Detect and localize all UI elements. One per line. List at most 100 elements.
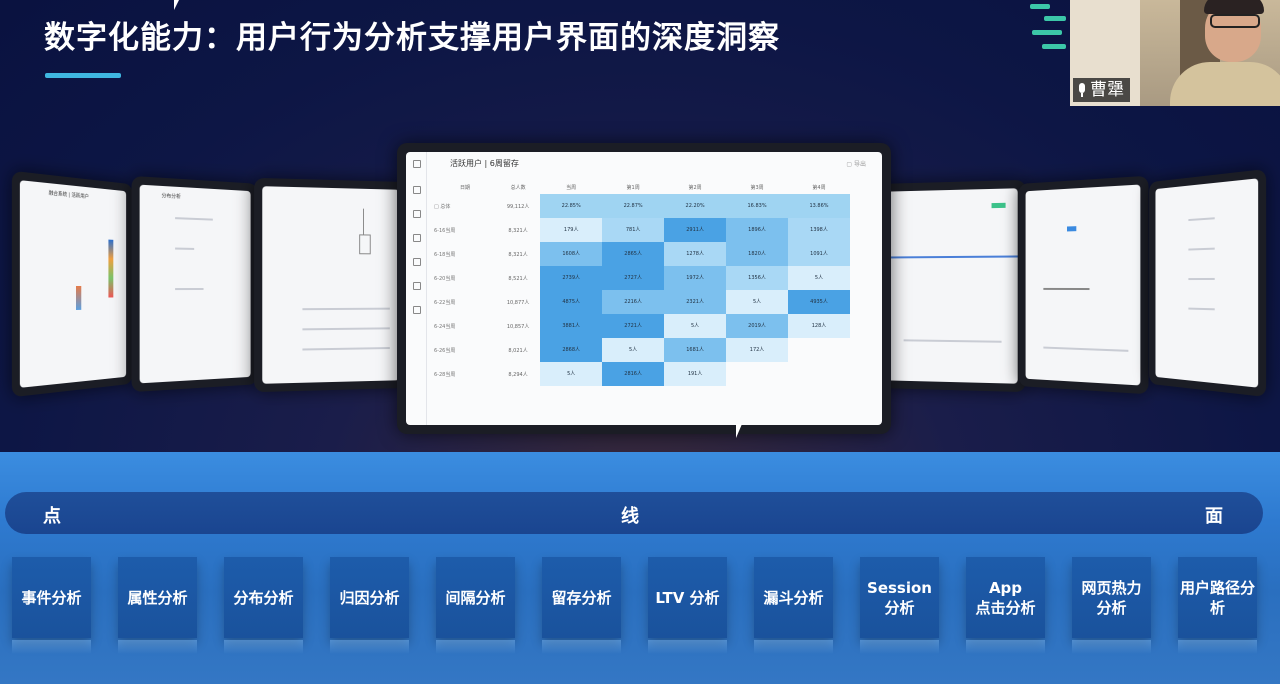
- placeholder-line: [175, 288, 203, 290]
- retention-cell: 22.85%: [540, 194, 602, 218]
- retention-cell: 5人: [788, 266, 850, 290]
- app-sidebar: [406, 152, 427, 425]
- analysis-card[interactable]: LTV 分析: [648, 557, 727, 638]
- retention-cell: 191人: [664, 362, 726, 386]
- retention-cell: 2727人: [602, 266, 664, 290]
- table-header-cell: 总人数: [496, 180, 540, 194]
- analysis-card[interactable]: Session 分析: [860, 557, 939, 638]
- card-reflection: [224, 640, 303, 654]
- placeholder-line: [904, 339, 1002, 342]
- placeholder-line: [302, 347, 389, 350]
- export-button[interactable]: ▢ 导出: [846, 159, 866, 168]
- video-person-hair: [1204, 0, 1264, 14]
- placeholder-line: [1188, 278, 1214, 280]
- analysis-card[interactable]: 分布分析: [224, 557, 303, 638]
- retention-cell: 172人: [726, 338, 788, 362]
- table-header-cell: 当周: [540, 180, 602, 194]
- table-row[interactable]: 6-26当周 8,021人 2868人 5人 1681人 172人: [434, 338, 850, 362]
- card-reflection: [860, 640, 939, 654]
- pill-label-surface: 面: [1205, 502, 1223, 528]
- row-total: 8,321人: [496, 218, 540, 242]
- participant-name-tag: 曹犟: [1073, 78, 1130, 102]
- row-date-label: □ 总体: [434, 194, 496, 218]
- analysis-card[interactable]: App 点击分析: [966, 557, 1045, 638]
- analysis-card[interactable]: 事件分析: [12, 557, 91, 638]
- row-total: 99,112人: [496, 194, 540, 218]
- analysis-card[interactable]: 归因分析: [330, 557, 409, 638]
- device-mockup-main: 活跃用户 | 6周留存 ▢ 导出 日期 总人数 当周 第1周 第2周 第3周 第4周 □ 总…: [397, 143, 891, 434]
- device-mockup-left-2: 分布分析: [132, 176, 258, 392]
- card-reflection: [648, 640, 727, 654]
- row-date-label: 6-16当周: [434, 218, 496, 242]
- device-screen: 融合系统 | 活跃用户: [20, 180, 126, 388]
- nav-icon[interactable]: [413, 234, 421, 242]
- retention-cell: 2721人: [602, 314, 664, 338]
- table-row[interactable]: 6-24当周 10,857人 3881人 2721人 5人 2019人 128人: [434, 314, 850, 338]
- nav-icon[interactable]: [413, 282, 421, 290]
- retention-cell: 2019人: [726, 314, 788, 338]
- retention-cell: 5人: [602, 338, 664, 362]
- nav-icon[interactable]: [413, 210, 421, 218]
- retention-cell: 781人: [602, 218, 664, 242]
- retention-cell: 5人: [726, 290, 788, 314]
- retention-cell: 1972人: [664, 266, 726, 290]
- brand-logo-icon: [1026, 0, 1070, 56]
- row-total: 10,877人: [496, 290, 540, 314]
- device-screen: 分布分析: [140, 185, 251, 384]
- placeholder-line: [1188, 308, 1214, 311]
- nav-icon[interactable]: [413, 186, 421, 194]
- toggle-chip: [1067, 226, 1076, 231]
- analysis-card[interactable]: 间隔分析: [436, 557, 515, 638]
- analysis-card[interactable]: 留存分析: [542, 557, 621, 638]
- nav-icon[interactable]: [413, 160, 421, 168]
- nav-icon[interactable]: [413, 258, 421, 266]
- retention-cell: 5人: [540, 362, 602, 386]
- analysis-card[interactable]: 网页热力 分析: [1072, 557, 1151, 638]
- placeholder-line: [175, 217, 213, 220]
- retention-cell: 1681人: [664, 338, 726, 362]
- analysis-card[interactable]: 属性分析: [118, 557, 197, 638]
- retention-cell: 1356人: [726, 266, 788, 290]
- nav-icon[interactable]: [413, 306, 421, 314]
- table-header-cell: 第1周: [602, 180, 664, 194]
- analysis-card[interactable]: 用户路径分 析: [1178, 557, 1257, 638]
- row-date-label: 6-26当周: [434, 338, 496, 362]
- device-mockup-right-2: [1019, 176, 1149, 395]
- device-screen: [1026, 185, 1141, 386]
- device-mockup-left-3: [254, 178, 407, 392]
- retention-cell: [788, 362, 850, 386]
- retention-cell: [788, 338, 850, 362]
- retention-cell: 179人: [540, 218, 602, 242]
- pill-label-point: 点: [43, 502, 61, 528]
- mouse-cursor-icon: [174, 0, 184, 10]
- device-title: 融合系统 | 活跃用户: [49, 189, 89, 200]
- table-row[interactable]: 6-20当周 8,521人 2739人 2727人 1972人 1356人 5人: [434, 266, 850, 290]
- placeholder-line: [1188, 217, 1214, 221]
- analysis-card[interactable]: 漏斗分析: [754, 557, 833, 638]
- table-body: □ 总体 99,112人 22.85% 22.87% 22.20% 16.83% 13.86…: [434, 194, 850, 386]
- row-total: 8,521人: [496, 266, 540, 290]
- placeholder-line: [1188, 248, 1214, 251]
- placeholder-line: [175, 248, 194, 250]
- table-row[interactable]: 6-18当周 8,321人 1608人 2865人 1278人 1820人 1091人: [434, 242, 850, 266]
- table-row[interactable]: 6-22当周 10,877人 4875人 2216人 2321人 5人 4935人: [434, 290, 850, 314]
- retention-cell: 4875人: [540, 290, 602, 314]
- row-total: 8,294人: [496, 362, 540, 386]
- retention-cell: 2911人: [664, 218, 726, 242]
- placeholder-line: [1043, 347, 1128, 352]
- table-row[interactable]: 6-28当周 8,294人 5人 2816人 191人: [434, 362, 850, 386]
- row-date-label: 6-28当周: [434, 362, 496, 386]
- card-reflection: [330, 640, 409, 654]
- row-date-label: 6-18当周: [434, 242, 496, 266]
- video-person-glasses: [1210, 14, 1260, 28]
- card-reflection: [436, 640, 515, 654]
- table-header-row: 日期 总人数 当周 第1周 第2周 第3周 第4周: [434, 180, 850, 194]
- table-row[interactable]: □ 总体 99,112人 22.85% 22.87% 22.20% 16.83% 13.86…: [434, 194, 850, 218]
- video-person-body: [1170, 62, 1280, 106]
- row-total: 8,321人: [496, 242, 540, 266]
- chart-line: [885, 255, 1018, 258]
- row-date-label: 6-20当周: [434, 266, 496, 290]
- row-date-label: 6-24当周: [434, 314, 496, 338]
- retention-cell: 13.86%: [788, 194, 850, 218]
- table-row[interactable]: 6-16当周 8,321人 179人 781人 2911人 1896人 1398人: [434, 218, 850, 242]
